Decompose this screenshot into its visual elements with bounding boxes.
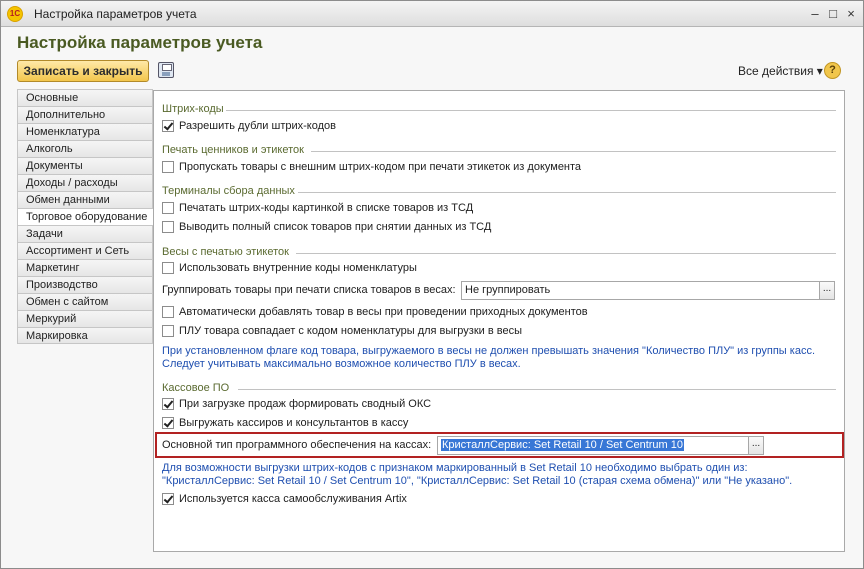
auto-add-checkbox[interactable] bbox=[162, 306, 174, 318]
full-list-label: Выводить полный список товаров при сняти… bbox=[179, 221, 492, 233]
section-pos-title: Кассовое ПО bbox=[162, 382, 230, 394]
section-barcodes-title: Штрих-коды bbox=[162, 103, 224, 115]
sidebar-item-proizvodstvo[interactable]: Производство bbox=[17, 276, 153, 293]
auto-add-label: Автоматически добавлять товар в весы при… bbox=[179, 306, 588, 318]
sidebar-item-nomenklatura[interactable]: Номенклатура bbox=[17, 123, 153, 140]
sidebar-item-marketing[interactable]: Маркетинг bbox=[17, 259, 153, 276]
software-type-label: Основной тип программного обеспечения на… bbox=[162, 439, 432, 451]
group-products-select-button[interactable]: ... bbox=[819, 281, 835, 300]
sidebar-item-dokumenty[interactable]: Документы bbox=[17, 157, 153, 174]
export-cashiers-label: Выгружать кассиров и консультантов в кас… bbox=[179, 417, 409, 429]
scales-note-line-2: Следует учитывать максимально возможное … bbox=[162, 358, 521, 370]
window-title: Настройка параметров учета bbox=[34, 7, 197, 21]
app-logo-icon[interactable]: 1С bbox=[7, 6, 23, 22]
save-icon[interactable] bbox=[158, 62, 174, 78]
sidebar-item-obmen-dannymi[interactable]: Обмен данными bbox=[17, 191, 153, 208]
artix-checkbox[interactable] bbox=[162, 493, 174, 505]
allow-duplicates-label: Разрешить дубли штрих-кодов bbox=[179, 120, 336, 132]
page-title: Настройка параметров учета bbox=[17, 33, 263, 52]
sidebar-item-obmen-s-saitom[interactable]: Обмен с сайтом bbox=[17, 293, 153, 310]
software-type-select-button[interactable]: ... bbox=[748, 436, 764, 455]
summary-oks-checkbox[interactable] bbox=[162, 398, 174, 410]
section-terminals-title: Терминалы сбора данных bbox=[162, 185, 295, 197]
all-actions-menu[interactable]: Все действия ▾ bbox=[738, 64, 823, 78]
allow-duplicates-checkbox[interactable] bbox=[162, 120, 174, 132]
section-scales-title: Весы с печатью этикеток bbox=[162, 246, 289, 258]
artix-label: Используется касса самообслуживания Arti… bbox=[179, 493, 407, 505]
print-barcodes-image-label: Печатать штрих-коды картинкой в списке т… bbox=[179, 202, 474, 214]
sidebar-item-dopolnitelno[interactable]: Дополнительно bbox=[17, 106, 153, 123]
pos-note-line-2: "КристаллСервис: Set Retail 10 / Set Cen… bbox=[162, 475, 793, 487]
internal-codes-checkbox[interactable] bbox=[162, 262, 174, 274]
sidebar-item-assortiment[interactable]: Ассортимент и Сеть bbox=[17, 242, 153, 259]
pos-note-line-1: Для возможности выгрузки штрих-кодов с п… bbox=[162, 462, 748, 474]
sidebar-item-merkurii[interactable]: Меркурий bbox=[17, 310, 153, 327]
sidebar-item-osnovnye[interactable]: Основные bbox=[17, 89, 153, 106]
scales-note-line-1: При установленном флаге код товара, выгр… bbox=[162, 345, 816, 357]
export-cashiers-checkbox[interactable] bbox=[162, 417, 174, 429]
sidebar-item-alkogol[interactable]: Алкоголь bbox=[17, 140, 153, 157]
save-and-close-button[interactable]: Записать и закрыть bbox=[17, 60, 149, 82]
section-divider bbox=[226, 110, 836, 111]
group-products-label: Группировать товары при печати списка то… bbox=[162, 284, 456, 296]
sidebar: Основные Дополнительно Номенклатура Алко… bbox=[17, 89, 154, 344]
help-icon[interactable]: ? bbox=[824, 62, 841, 79]
group-products-input[interactable]: Не группировать bbox=[461, 281, 820, 300]
sidebar-item-torgovoe-oborudovanie[interactable]: Торговое оборудование bbox=[17, 208, 154, 225]
skip-external-checkbox[interactable] bbox=[162, 161, 174, 173]
section-divider bbox=[238, 389, 836, 390]
software-type-input[interactable]: КристаллСервис: Set Retail 10 / Set Cent… bbox=[437, 436, 749, 455]
sidebar-item-zadachi[interactable]: Задачи bbox=[17, 225, 153, 242]
software-type-value: КристаллСервис: Set Retail 10 / Set Cent… bbox=[441, 439, 685, 451]
section-divider bbox=[296, 253, 836, 254]
plu-match-label: ПЛУ товара совпадает с кодом номенклатур… bbox=[179, 325, 522, 337]
title-bar: 1С Настройка параметров учета – □ × bbox=[1, 1, 863, 27]
plu-match-checkbox[interactable] bbox=[162, 325, 174, 337]
section-divider bbox=[311, 151, 836, 152]
close-button[interactable]: × bbox=[842, 5, 860, 23]
minimize-button[interactable]: – bbox=[806, 5, 824, 23]
print-barcodes-image-checkbox[interactable] bbox=[162, 202, 174, 214]
section-price-tags-title: Печать ценников и этикеток bbox=[162, 144, 304, 156]
skip-external-label: Пропускать товары с внешним штрих-кодом … bbox=[179, 161, 582, 173]
sidebar-item-markirovka[interactable]: Маркировка bbox=[17, 327, 153, 344]
maximize-button[interactable]: □ bbox=[824, 5, 842, 23]
logo-text: 1С bbox=[9, 9, 21, 18]
sidebar-item-dohody-rashody[interactable]: Доходы / расходы bbox=[17, 174, 153, 191]
internal-codes-label: Использовать внутренние коды номенклатур… bbox=[179, 262, 417, 274]
summary-oks-label: При загрузке продаж формировать сводный … bbox=[179, 398, 432, 410]
full-list-checkbox[interactable] bbox=[162, 221, 174, 233]
section-divider bbox=[298, 192, 836, 193]
